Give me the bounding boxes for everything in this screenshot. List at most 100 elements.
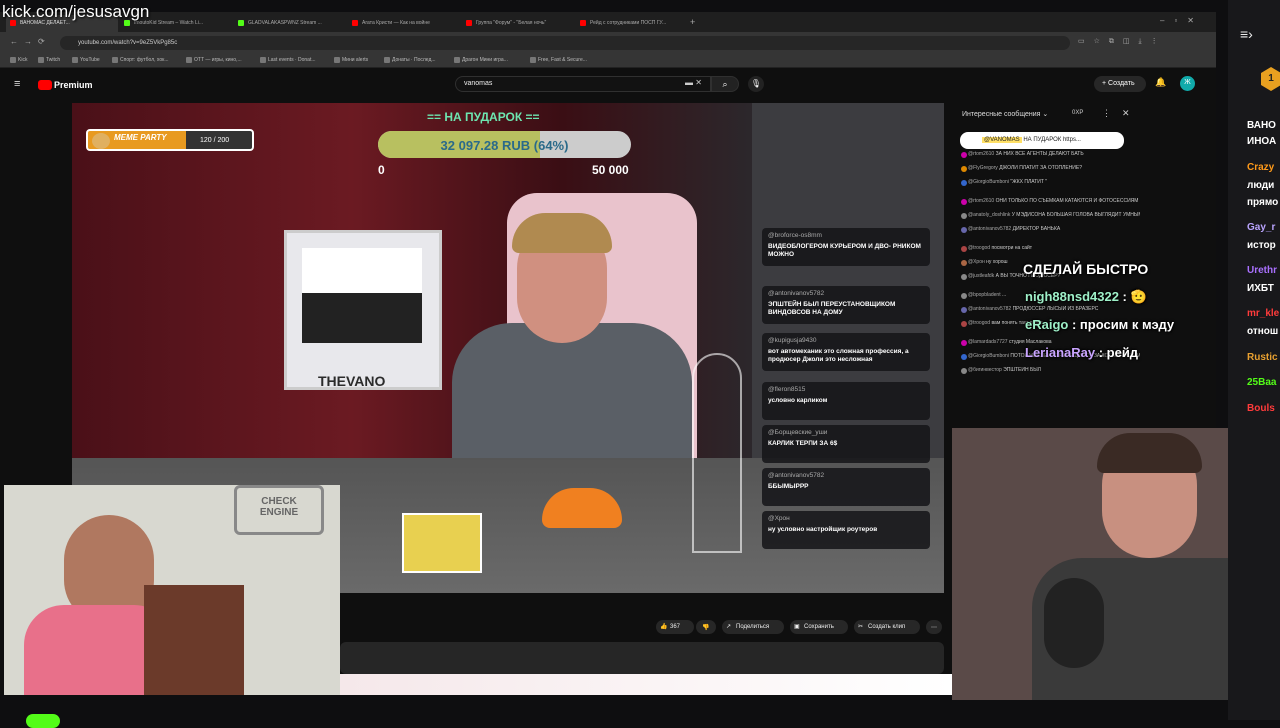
bookmark[interactable]: Мини alerts xyxy=(334,57,368,63)
collapse-chat-icon[interactable]: ≡› xyxy=(1240,26,1253,42)
bookmark[interactable]: Спорт: футбол, хок... xyxy=(112,57,169,63)
chat-avatar xyxy=(961,321,967,327)
create-button[interactable]: + Создать xyxy=(1094,76,1146,92)
pinned-text: НА ПУДАРОК https... xyxy=(1023,137,1081,143)
new-tab-icon[interactable]: + xyxy=(690,17,695,27)
overlay-chat-card: @antonivanov5782 ЭПШТЕЙН БЫЛ ПЕРЕУСТАНОВЩ… xyxy=(762,286,930,324)
tab-4[interactable]: Группа "Форум" - "Белая ночь" xyxy=(462,15,574,32)
ad-banner xyxy=(340,674,952,695)
kick-chat-sidebar: ≡› 1 ВАНО ИНОА Crazy люди прямо Gay_r истор Ure… xyxy=(1228,0,1280,720)
person-hair xyxy=(1097,433,1202,473)
donation-message: : xyxy=(1118,289,1131,304)
bookmark[interactable]: ОТТ — игры, кино,... xyxy=(186,57,242,63)
description-box[interactable] xyxy=(340,642,944,674)
bookmark[interactable]: Free, Fast & Secure... xyxy=(530,57,587,63)
chat-username: @bpopbladent xyxy=(968,292,1001,298)
chat-header-label: Интересные сообщения xyxy=(962,111,1041,118)
chat-message[interactable]: @rtom2610 ОНИ ТОЛЬКО ПО СЪЕМКАМ КАТАЮТСЯ… xyxy=(952,198,1140,212)
overlay-chat-user: @Хрон xyxy=(768,515,790,522)
cube-box xyxy=(402,513,482,573)
nav-buttons-icon[interactable]: ←→⟳ xyxy=(10,37,51,46)
save-button[interactable]: ▣ Сохранить xyxy=(790,620,848,634)
microphone xyxy=(1044,578,1104,668)
tab-3[interactable]: Агата Кристи — Как на войне xyxy=(348,15,460,32)
bookmark[interactable]: Донаты · Послед... xyxy=(384,57,436,63)
bookmark[interactable]: Twitch xyxy=(38,57,60,63)
side-chat-line: Crazy xyxy=(1247,162,1275,173)
donation-user: LerianaRay xyxy=(1025,345,1096,360)
like-count: 367 xyxy=(670,624,681,630)
chat-avatar xyxy=(961,354,967,360)
chat-avatar xyxy=(961,260,967,266)
menu-icon[interactable]: ≡ xyxy=(14,78,20,90)
search-button[interactable]: ⌕ xyxy=(711,76,739,92)
browser-toolbar-icons[interactable]: ▭☆⧉◫⤓⋮ xyxy=(1078,37,1167,46)
mic-icon[interactable]: 🎙 xyxy=(748,76,764,92)
chat-text: ПРОДЮССЕР ЛЫСЫЙ ИЗ БРАЗЕРС xyxy=(1012,306,1099,312)
bookmark[interactable]: YouTube xyxy=(72,57,100,63)
chat-avatar xyxy=(961,180,967,186)
channel-logo-text: THEVANO xyxy=(318,373,386,389)
side-chat-line: 25Baa xyxy=(1247,377,1277,388)
side-chat-line: ВАНО xyxy=(1247,120,1276,131)
meme-party-widget: MEME PARTY 120 / 200 xyxy=(86,129,254,151)
streamer-hair xyxy=(512,213,612,253)
chat-avatar xyxy=(961,293,967,299)
goal-title: == НА ПУДАРОК == xyxy=(427,110,540,124)
overlay-chat-user: @kupigusja9430 xyxy=(768,337,817,344)
youtube-favicon-icon xyxy=(466,20,472,26)
donation-line-0: nigh88nsd4322 : 🫡 xyxy=(1025,289,1147,305)
webcam-left: CHECK ENGINE xyxy=(4,485,340,695)
overlay-chat-user: @antonivanov5782 xyxy=(768,472,825,479)
like-button[interactable]: 👍 367 xyxy=(656,620,694,634)
more-icon[interactable]: ⋮ xyxy=(1102,108,1111,119)
pinned-message[interactable]: @VANOMAS НА ПУДАРОК https... xyxy=(960,132,1124,149)
more-actions-button[interactable]: ⋯ xyxy=(926,620,942,634)
chat-message[interactable]: @rtom2610 ЗА НИХ ВСЕ АГЕНТЫ ДЕЛАЮТ БАТЬ xyxy=(952,151,1140,165)
overlay-chat-card: @Хрон ну условно настройщик роутеров xyxy=(762,511,930,549)
share-button[interactable]: ↗ Поделиться xyxy=(722,620,784,634)
chat-message[interactable]: @GiorgioBumboni "ЖКХ ПЛАТИТ " xyxy=(952,179,1140,198)
search-input[interactable]: vanomas xyxy=(455,76,711,92)
chat-avatar xyxy=(961,340,967,346)
chat-username: @rtom2610 xyxy=(968,198,995,204)
window-controls[interactable]: –▫✕ xyxy=(1160,16,1204,25)
close-chat-icon[interactable]: ✕ xyxy=(1122,108,1130,119)
dislike-button[interactable]: 👎 xyxy=(696,620,716,634)
url-input[interactable]: youtube.com/watch?v=9eZ5VkPg85c xyxy=(60,36,1070,50)
tab-5[interactable]: Рейд с сотрудниками ПОСП ГУ... xyxy=(576,15,688,32)
share-label: Поделиться xyxy=(736,624,770,630)
chat-message[interactable]: @бигинвестор ЭПШТЕЙН БЫЛ xyxy=(952,367,1140,386)
clear-search-icon[interactable]: ▬ ✕ xyxy=(685,78,702,87)
chat-text: ЭПШТЕЙН БЫЛ xyxy=(1003,367,1041,373)
doge-icon xyxy=(92,133,110,149)
overlay-chat-message: ВИДЕОБЛОГЕРОМ КУРЬЕРОМ И ДВО- РНИКОМ МОЖ… xyxy=(768,243,921,258)
overlay-chat-user: @antonivanov5782 xyxy=(768,290,825,297)
youtube-logo-icon[interactable] xyxy=(38,80,52,90)
chat-message[interactable]: @troogod посмотри на сайт xyxy=(952,245,1140,259)
notifications-icon[interactable]: 🔔 xyxy=(1155,77,1166,88)
side-chat-line: отнош xyxy=(1247,326,1279,337)
donation-message: : рейд xyxy=(1095,345,1139,360)
chat-message[interactable]: @anatoly_doshlink У МЭДИСОНА БОЛЬШАЯ ГОЛ… xyxy=(952,212,1140,226)
check-engine-sign: CHECK ENGINE xyxy=(234,485,324,535)
avatar[interactable]: Ж xyxy=(1180,76,1195,91)
chat-header-title[interactable]: Интересные сообщения ⌄ xyxy=(962,110,1048,118)
bookmark[interactable]: Last events · Donat... xyxy=(260,57,316,63)
chat-message[interactable]: @antonivanov5782 ДИРЕКТОР БАНЬКА xyxy=(952,226,1140,245)
chat-username: @GiorgioBumboni xyxy=(968,353,1009,359)
bookmark[interactable]: Драгон Мини игра... xyxy=(454,57,508,63)
overlay-chat-message: ну условно настройщик роутеров xyxy=(768,526,878,533)
goal-progress-bar: 32 097.28 RUB (64%) xyxy=(378,131,631,158)
chat-message[interactable]: @FlyGregory ДЖОЛИ ПЛАТИТ ЗА ОТОПЛЕНИЕ? xyxy=(952,165,1140,179)
chat-username: @justleafdk xyxy=(968,273,995,279)
bookmark[interactable]: Kick xyxy=(10,57,27,63)
youtube-favicon-icon xyxy=(580,20,586,26)
overlay-chat-card: @fleron8515 условно карликом xyxy=(762,382,930,420)
wine-glass xyxy=(692,353,742,553)
tab-2[interactable]: GLADVALAKASPWNZ Stream ... xyxy=(234,15,346,32)
youtube-logo-text[interactable]: Premium xyxy=(54,80,93,90)
goal-min: 0 xyxy=(378,163,385,177)
clip-button[interactable]: ✂ Создать клип xyxy=(854,620,920,634)
save-icon: ▣ xyxy=(794,624,800,630)
